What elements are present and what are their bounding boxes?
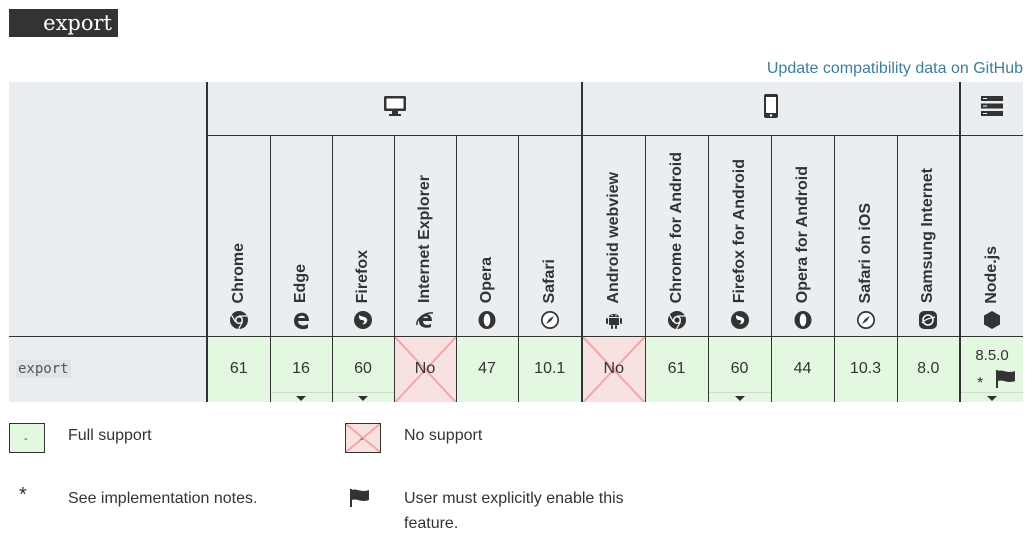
expand-notes-toggle[interactable]: [332, 392, 394, 402]
edge-icon: [291, 310, 311, 330]
browser-name: Safari: [540, 259, 558, 304]
caret-down-icon: [296, 396, 306, 401]
desktop-group-header: [206, 82, 582, 136]
opera-icon: [477, 310, 497, 330]
browser-name: Internet Explorer: [416, 175, 433, 304]
expand-notes-toggle[interactable]: [270, 392, 332, 402]
browser-name: Opera for Android: [793, 166, 811, 304]
support-cell-opera: 47: [455, 336, 518, 402]
support-cell-firefox-for-android[interactable]: 60: [707, 336, 771, 402]
flag-icon: [995, 369, 1017, 394]
support-cell-android-webview: No: [581, 336, 645, 402]
samsung-icon: [918, 310, 938, 330]
legend-none-label: No support: [404, 427, 483, 444]
phone-icon: [764, 93, 778, 118]
browser-name: Edge: [292, 264, 309, 304]
chrome-icon: [667, 310, 687, 330]
opera-icon: [793, 310, 813, 330]
caret-down-icon: [358, 396, 368, 401]
support-version: 60: [354, 360, 372, 378]
support-cell-edge[interactable]: 16: [269, 336, 332, 402]
monitor-icon: [383, 95, 406, 116]
browser-name: Chrome: [229, 243, 247, 304]
support-cell-chrome-for-android: 61: [644, 336, 708, 402]
support-version: 10.3: [849, 360, 882, 378]
expand-notes-toggle[interactable]: [708, 392, 771, 402]
ie-icon: [415, 310, 435, 330]
support-cell-safari: 10.1: [517, 336, 582, 402]
asterisk-icon: *: [977, 374, 984, 392]
mobile-group-header: [581, 82, 960, 136]
support-version: 44: [793, 360, 812, 378]
safari-icon: [540, 310, 560, 330]
support-version: 61: [229, 360, 248, 378]
firefox-icon: [353, 310, 373, 330]
browser-header-opera: Opera: [455, 135, 518, 337]
support-version: No: [414, 360, 436, 378]
firefox-icon: [730, 310, 750, 330]
support-version: 16: [292, 360, 310, 378]
chrome-icon: [229, 310, 249, 330]
asterisk-icon: *: [19, 484, 27, 506]
legend-none-swatch: -: [345, 423, 381, 453]
browser-header-edge: Edge: [269, 135, 332, 337]
compat-table: Chrome Edge Firefox Internet Explorer Opera S…: [9, 82, 1023, 402]
browser-header-safari: Safari: [517, 135, 582, 337]
legend-flag-label-line2: feature.: [404, 515, 459, 532]
browser-name: Firefox for Android: [730, 159, 748, 304]
browser-name: Firefox: [354, 250, 371, 304]
support-version: 60: [730, 360, 749, 378]
update-compat-github-link[interactable]: Update compatibility data on GitHub: [767, 60, 1023, 78]
browser-name: Opera: [478, 257, 495, 304]
legend-full-label: Full support: [68, 427, 152, 444]
support-cell-opera-for-android: 44: [770, 336, 834, 402]
support-cell-samsung-internet: 8.0: [896, 336, 960, 402]
legend-flag-label-line1: User must explicitly enable this: [404, 490, 624, 507]
caret-down-icon: [987, 396, 997, 401]
support-version: 61: [667, 360, 686, 378]
support-cell-firefox[interactable]: 60: [331, 336, 394, 402]
browser-header-samsung-internet: Samsung Internet: [896, 135, 960, 337]
android-icon: [604, 310, 624, 330]
browser-header-opera-for-android: Opera for Android: [770, 135, 834, 337]
server-icon: [981, 95, 1003, 116]
support-cell-chrome: 61: [206, 336, 270, 402]
browser-name: Node.js: [983, 245, 1000, 304]
table-corner: [9, 82, 207, 337]
support-version: 47: [478, 360, 496, 378]
nodejs-icon: [982, 310, 1002, 330]
caret-down-icon: [734, 396, 745, 401]
feature-name[interactable]: export: [16, 360, 71, 379]
browser-header-android-webview: Android webview: [581, 135, 645, 337]
browser-name: Samsung Internet: [919, 168, 937, 304]
feature-name-cell: export: [9, 336, 207, 402]
safari-icon: [856, 310, 876, 330]
support-cell-node-js[interactable]: 8.5.0 *: [959, 336, 1023, 402]
support-version: 10.1: [534, 360, 566, 378]
browser-header-internet-explorer: Internet Explorer: [393, 135, 456, 337]
page-title-block: export: [9, 9, 118, 37]
browser-header-firefox: Firefox: [331, 135, 394, 337]
browser-name: Safari on iOS: [856, 203, 874, 304]
support-cell-internet-explorer: No: [393, 336, 456, 402]
browser-header-node-js: Node.js: [959, 135, 1023, 337]
support-version: 8.5.0: [975, 346, 1009, 364]
legend-notes-label: See implementation notes.: [68, 490, 258, 507]
support-cell-safari-on-ios: 10.3: [833, 336, 897, 402]
legend-full-mark: -: [24, 433, 28, 445]
legend-none-mark: -: [360, 433, 364, 445]
page-title: export: [43, 10, 112, 35]
browser-header-firefox-for-android: Firefox for Android: [707, 135, 771, 337]
expand-notes-toggle[interactable]: [961, 392, 1023, 402]
browser-header-chrome: Chrome: [206, 135, 270, 337]
browser-name: Android webview: [604, 171, 622, 304]
legend-full-swatch: -: [9, 423, 45, 453]
support-version: 8.0: [917, 360, 940, 378]
flag-icon: [350, 489, 369, 507]
support-version: No: [603, 360, 624, 378]
browser-name: Chrome for Android: [667, 152, 685, 304]
browser-header-chrome-for-android: Chrome for Android: [644, 135, 708, 337]
browser-header-safari-on-ios: Safari on iOS: [833, 135, 897, 337]
server-group-header: [959, 82, 1023, 136]
